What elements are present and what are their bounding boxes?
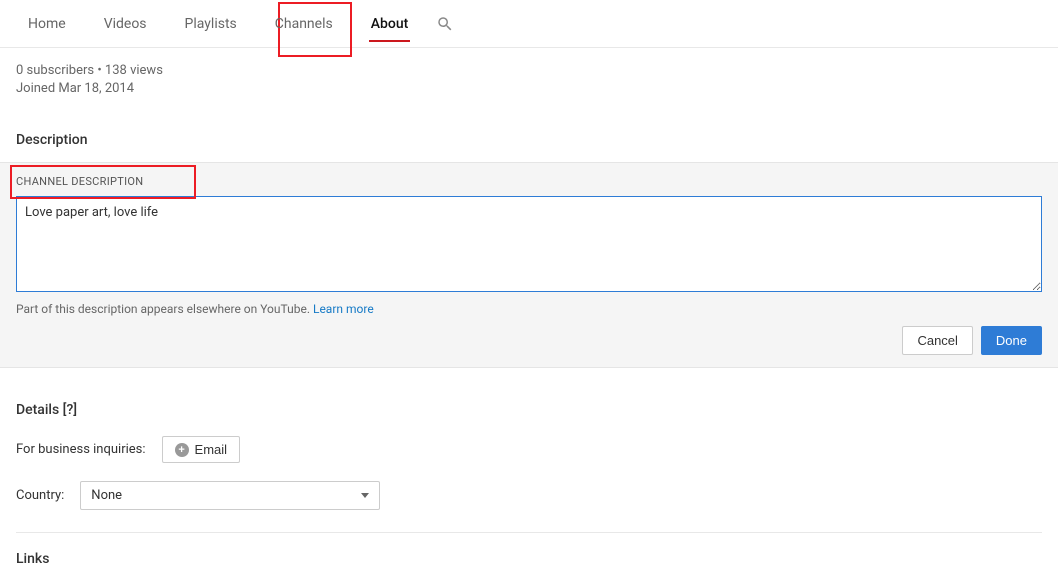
country-label: Country:	[16, 488, 64, 503]
search-icon[interactable]	[436, 15, 454, 33]
learn-more-link[interactable]: Learn more	[313, 302, 374, 316]
details-section-title: Details [?]	[16, 402, 1042, 418]
plus-circle-icon: +	[175, 443, 189, 457]
links-section-title: Links	[16, 551, 1042, 567]
description-section-title: Description	[16, 132, 1042, 148]
description-note: Part of this description appears elsewhe…	[16, 296, 1042, 316]
email-button[interactable]: + Email	[162, 436, 241, 463]
cancel-button[interactable]: Cancel	[902, 326, 972, 355]
chevron-down-icon	[361, 493, 369, 498]
country-select[interactable]: None	[80, 481, 380, 510]
tab-channels[interactable]: Channels	[263, 0, 345, 48]
country-select-value: None	[91, 488, 122, 503]
tab-home[interactable]: Home	[16, 0, 78, 48]
channel-tabs: Home Videos Playlists Channels About	[0, 0, 1058, 48]
joined-date: Joined Mar 18, 2014	[16, 80, 1042, 98]
description-note-text: Part of this description appears elsewhe…	[16, 302, 313, 316]
tab-about[interactable]: About	[359, 0, 421, 48]
description-panel: CHANNEL DESCRIPTION Part of this descrip…	[0, 162, 1058, 368]
tab-videos[interactable]: Videos	[92, 0, 159, 48]
business-inquiries-label: For business inquiries:	[16, 442, 146, 457]
channel-description-textarea[interactable]	[16, 196, 1042, 292]
divider	[16, 532, 1042, 533]
done-button[interactable]: Done	[981, 326, 1042, 355]
stats-line: 0 subscribers • 138 views	[16, 62, 1042, 80]
email-button-label: Email	[195, 442, 228, 457]
channel-description-label: CHANNEL DESCRIPTION	[16, 163, 1042, 196]
tab-playlists[interactable]: Playlists	[173, 0, 249, 48]
